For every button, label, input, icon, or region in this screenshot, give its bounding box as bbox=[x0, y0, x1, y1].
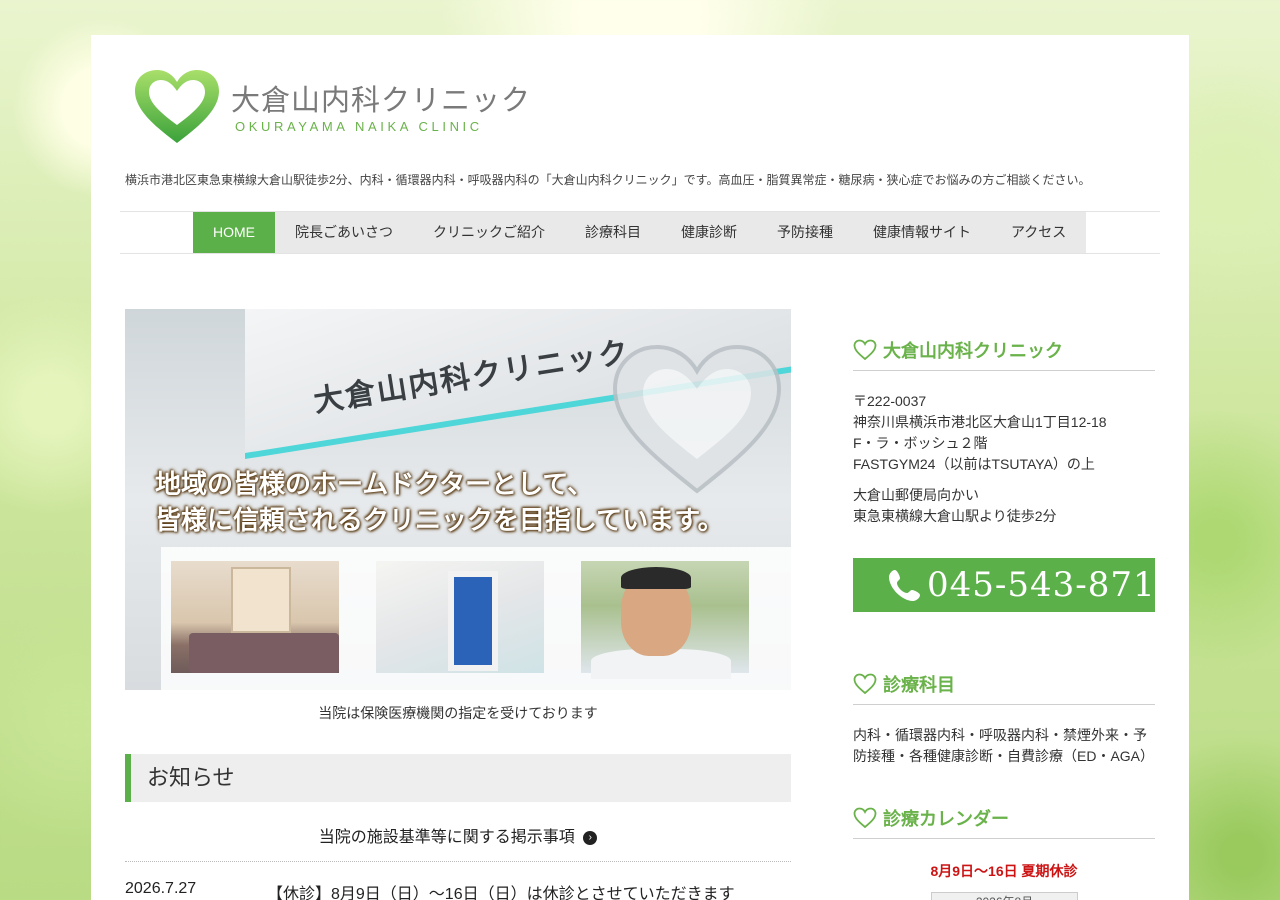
chevron-circle-right-icon: › bbox=[583, 830, 598, 845]
phone-icon bbox=[889, 570, 920, 601]
nav-item-health-info[interactable]: 健康情報サイト bbox=[853, 212, 991, 253]
sidebar-calendar-heading: 診療カレンダー bbox=[853, 803, 1155, 839]
hero-photo-reception bbox=[376, 561, 544, 673]
nav-item-home[interactable]: HOME bbox=[193, 212, 275, 253]
sidebar-calendar-title: 診療カレンダー bbox=[883, 809, 1009, 829]
photo-doctor-hair bbox=[621, 567, 691, 589]
address-line3: FASTGYM24（以前はTSUTAYA）の上 bbox=[853, 456, 1095, 472]
nav-item-greeting[interactable]: 院長ごあいさつ bbox=[275, 212, 413, 253]
address-line2: F・ラ・ボッシュ２階 bbox=[853, 435, 988, 451]
calendar-holiday-notice: 8月9日～16日 夏期休診 bbox=[930, 863, 1078, 879]
heart-outline-icon bbox=[853, 807, 877, 829]
phone-call-button[interactable]: 045-543-8711 bbox=[853, 558, 1177, 612]
nav-item-vaccination[interactable]: 予防接種 bbox=[757, 212, 853, 253]
news-item-text[interactable]: 【休診】8月9日（日）～16日（日）は休診とさせていただきます bbox=[267, 880, 735, 900]
site-logo[interactable]: 大倉山内科クリニック OKURAYAMA NAIKA CLINIC bbox=[133, 69, 530, 149]
hero-photo-strip bbox=[161, 547, 791, 690]
facility-standards-link-label: 当院の施設基準等に関する掲示事項 bbox=[318, 829, 575, 846]
departments-text: 内科・循環器内科・呼吸器内科・禁煙外来・予防接種・各種健康診断・自費診療（ED・… bbox=[853, 727, 1155, 764]
photo-door bbox=[231, 567, 291, 633]
address-line1: 神奈川県横浜市港北区大倉山1丁目12-18 bbox=[853, 414, 1107, 430]
clinic-address: 〒222-0037 神奈川県横浜市港北区大倉山1丁目12-18 F・ラ・ボッシュ… bbox=[853, 391, 1155, 527]
hero-photo-doctor bbox=[581, 561, 749, 679]
logo-text-en: OKURAYAMA NAIKA CLINIC bbox=[235, 119, 483, 134]
phone-number: 045-543-8711 bbox=[927, 565, 1179, 605]
heart-outline-icon bbox=[853, 673, 877, 695]
photo-sofa bbox=[189, 633, 339, 673]
insurance-note: 当院は保険医療機関の指定を受けております bbox=[318, 705, 598, 721]
address-spacer bbox=[853, 475, 1155, 485]
hero-photo-waiting-room bbox=[171, 561, 339, 673]
sidebar-clinic-title: 大倉山内科クリニック bbox=[883, 341, 1063, 361]
news-heading: お知らせ bbox=[125, 754, 791, 802]
sidebar-departments-title: 診療科目 bbox=[883, 675, 955, 695]
address-near2: 東急東横線大倉山駅より徒歩2分 bbox=[853, 508, 1057, 524]
facility-standards-link[interactable]: 当院の施設基準等に関する掲示事項 › bbox=[125, 823, 791, 847]
main-nav: HOME 院長ごあいさつ クリニックご紹介 診療科目 健康診断 予防接種 健康情… bbox=[193, 212, 1087, 253]
hero-caption: 地域の皆様のホームドクターとして、 皆様に信頼されるクリニックを目指しています。 bbox=[155, 467, 724, 539]
address-near1: 大倉山郵便局向かい bbox=[853, 487, 979, 503]
site-tagline: 横浜市港北区東急東横線大倉山駅徒歩2分、内科・循環器内科・呼吸器内科の「大倉山内… bbox=[125, 173, 1091, 187]
heart-logo-icon bbox=[135, 70, 219, 143]
nav-item-access[interactable]: アクセス bbox=[991, 212, 1086, 253]
page-container: 大倉山内科クリニック OKURAYAMA NAIKA CLINIC 横浜市港北区… bbox=[91, 35, 1189, 900]
nav-item-clinic-intro[interactable]: クリニックご紹介 bbox=[413, 212, 565, 253]
sidebar-departments-heading: 診療科目 bbox=[853, 669, 1155, 705]
news-item-date: 2026.7.27 bbox=[125, 880, 197, 897]
heart-outline-icon bbox=[853, 339, 877, 361]
calendar-month-header: 2026年8月 bbox=[931, 892, 1078, 900]
logo-text-jp: 大倉山内科クリニック bbox=[231, 83, 532, 117]
address-postal: 〒222-0037 bbox=[853, 393, 927, 409]
news-divider bbox=[125, 861, 791, 862]
sidebar-clinic-heading: 大倉山内科クリニック bbox=[853, 335, 1155, 371]
hero-caption-line2: 皆様に信頼されるクリニックを目指しています。 bbox=[155, 506, 724, 536]
nav-item-departments[interactable]: 診療科目 bbox=[565, 212, 661, 253]
photo-reception-box bbox=[448, 571, 498, 671]
hero-caption-line1: 地域の皆様のホームドクターとして、 bbox=[155, 470, 594, 500]
hero-image: 大倉山内科クリニック 地域の皆様のホームドクターとして、 皆様に信頼されるクリニ… bbox=[125, 309, 791, 690]
nav-item-checkup[interactable]: 健康診断 bbox=[661, 212, 757, 253]
main-nav-bar: HOME 院長ごあいさつ クリニックご紹介 診療科目 健康診断 予防接種 健康情… bbox=[120, 211, 1160, 254]
